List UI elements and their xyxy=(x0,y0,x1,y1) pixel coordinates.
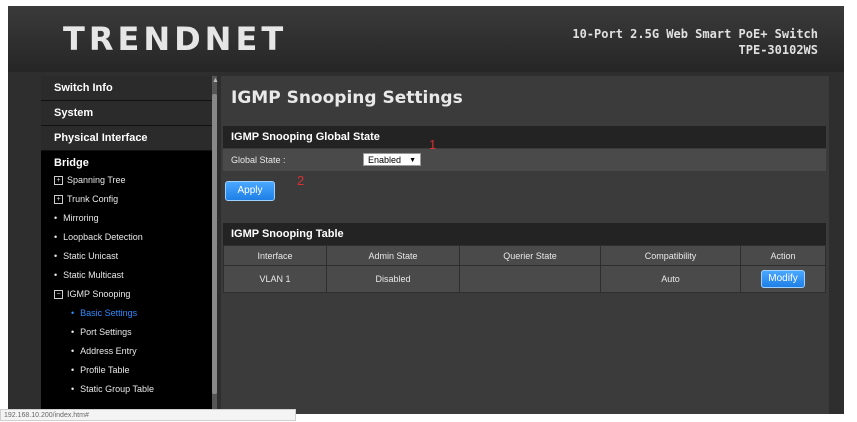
apply-button[interactable]: Apply xyxy=(225,181,275,201)
column-header: Compatibility xyxy=(600,245,741,266)
bullet-icon: • xyxy=(71,308,75,318)
bullet-icon: • xyxy=(54,213,58,223)
dropdown-arrow-icon: ▼ xyxy=(409,157,416,164)
sidebar-item-bridge[interactable]: Bridge xyxy=(41,151,212,171)
global-state-label: Global State : xyxy=(231,155,286,165)
header: TRENDNET 10-Port 2.5G Web Smart PoE+ Swi… xyxy=(8,6,844,72)
column-header: Admin State xyxy=(326,245,460,266)
bullet-icon: • xyxy=(71,327,75,337)
global-state-select[interactable]: Enabled ▼ xyxy=(363,153,421,166)
scrollbar-thumb[interactable] xyxy=(212,94,217,394)
scroll-up-icon[interactable]: ▲ xyxy=(212,76,219,86)
snooping-table-heading: IGMP Snooping Table xyxy=(223,223,826,245)
bullet-icon: • xyxy=(71,346,75,356)
bullet-icon: • xyxy=(71,365,75,375)
cell-action: Modify xyxy=(740,265,826,293)
page-title: IGMP Snooping Settings xyxy=(231,88,463,108)
sidebar-item-igmp-snooping[interactable]: − IGMP Snooping xyxy=(41,285,212,304)
sidebar-item-loopback-detection[interactable]: • Loopback Detection xyxy=(41,228,212,247)
column-header: Action xyxy=(740,245,826,266)
global-state-row: Global State : Enabled ▼ xyxy=(223,149,826,171)
sidebar-item-basic-settings[interactable]: • Basic Settings xyxy=(41,304,212,323)
sidebar-scrollbar[interactable]: ▲ xyxy=(212,76,219,414)
sidebar-item-switch-info[interactable]: Switch Info xyxy=(41,76,212,101)
bullet-icon: • xyxy=(54,251,58,261)
table-row: VLAN 1 Disabled Auto Modify xyxy=(223,265,826,293)
bullet-icon: • xyxy=(71,384,75,394)
expand-icon[interactable]: + xyxy=(54,176,63,186)
sidebar-item-port-settings[interactable]: • Port Settings xyxy=(41,323,212,342)
sidebar-item-address-entry[interactable]: • Address Entry xyxy=(41,342,212,361)
main-content: IGMP Snooping Settings IGMP Snooping Glo… xyxy=(221,76,829,414)
sidebar-item-static-multicast[interactable]: • Static Multicast xyxy=(41,266,212,285)
sidebar-item-static-group-table[interactable]: • Static Group Table xyxy=(41,380,212,399)
annotation-2: 2 xyxy=(297,173,305,188)
modify-button[interactable]: Modify xyxy=(761,270,805,288)
cell-interface: VLAN 1 xyxy=(223,265,327,293)
bullet-icon: • xyxy=(54,270,58,280)
sidebar-item-static-unicast[interactable]: • Static Unicast xyxy=(41,247,212,266)
brand-logo: TRENDNET xyxy=(63,20,288,58)
column-header: Querier State xyxy=(459,245,601,266)
sidebar-item-spanning-tree[interactable]: + Spanning Tree xyxy=(41,171,212,190)
product-name: 10-Port 2.5G Web Smart PoE+ Switch xyxy=(572,27,818,41)
annotation-1: 1 xyxy=(429,137,437,152)
global-state-heading: IGMP Snooping Global State xyxy=(223,126,826,148)
sidebar-item-physical-interface[interactable]: Physical Interface xyxy=(41,126,212,151)
product-info: 10-Port 2.5G Web Smart PoE+ Switch TPE-3… xyxy=(572,26,818,58)
bullet-icon: • xyxy=(54,232,58,242)
cell-admin-state: Disabled xyxy=(326,265,460,293)
cell-querier-state xyxy=(459,265,601,293)
snooping-table: Interface Admin State Querier State Comp… xyxy=(223,245,826,293)
collapse-icon[interactable]: − xyxy=(54,290,63,300)
column-header: Interface xyxy=(223,245,327,266)
table-header-row: Interface Admin State Querier State Comp… xyxy=(223,245,826,266)
sidebar-item-profile-table[interactable]: • Profile Table xyxy=(41,361,212,380)
cell-compatibility: Auto xyxy=(600,265,741,293)
sidebar-item-system[interactable]: System xyxy=(41,101,212,126)
status-bar-url: 192.168.10.200/index.htm# xyxy=(0,409,296,421)
sidebar-item-mirroring[interactable]: • Mirroring xyxy=(41,209,212,228)
sidebar-item-trunk-config[interactable]: + Trunk Config xyxy=(41,190,212,209)
model-number: TPE-30102WS xyxy=(738,43,818,57)
expand-icon[interactable]: + xyxy=(54,195,63,205)
sidebar-nav: Switch Info System Physical Interface Br… xyxy=(41,76,212,414)
